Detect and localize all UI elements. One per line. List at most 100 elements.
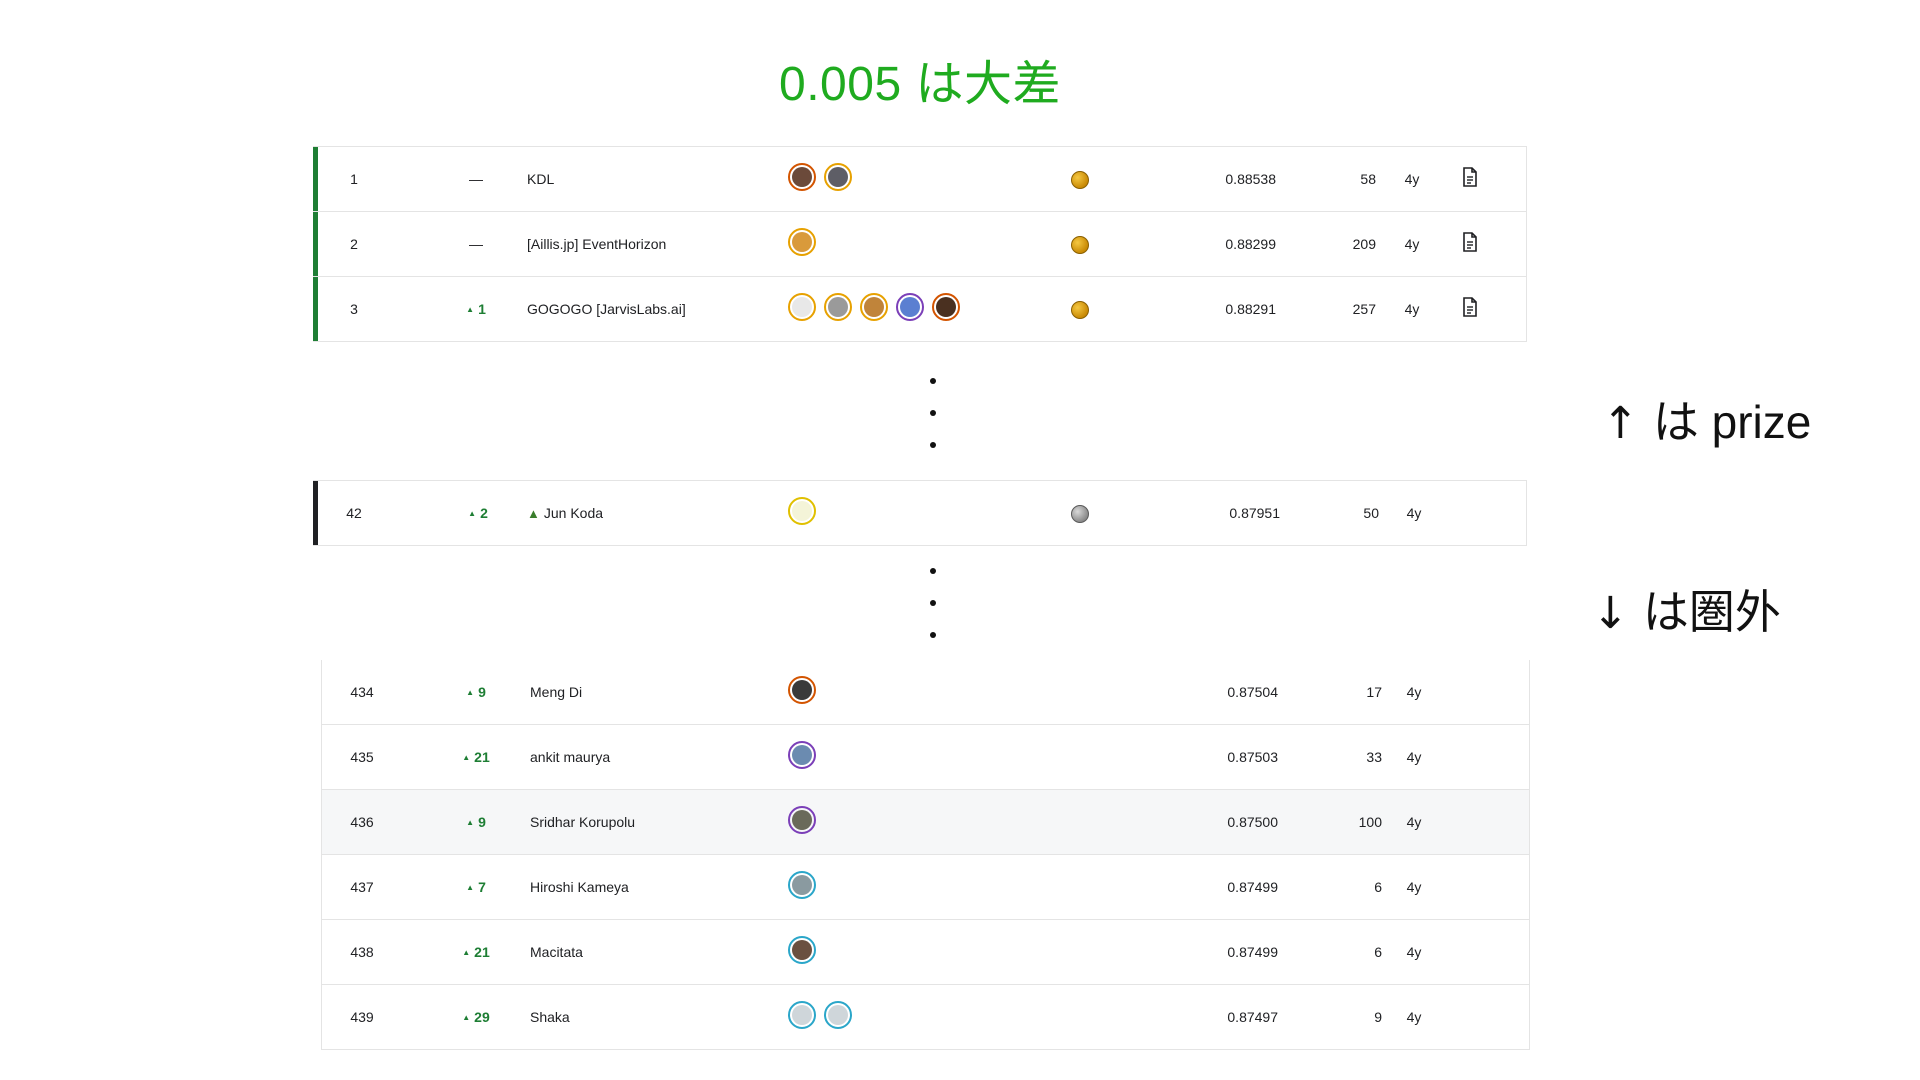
member-avatar[interactable] <box>788 228 816 256</box>
last-submission: 4y <box>1406 749 1422 765</box>
team-members <box>788 228 816 260</box>
out-of-range-note-text: は圏外 <box>1642 586 1781 638</box>
gold-medal-icon <box>1071 236 1089 254</box>
team-members <box>788 1001 852 1033</box>
entries-count: 209 <box>1352 236 1376 252</box>
team-name[interactable]: Macitata <box>530 920 583 984</box>
team-name[interactable]: [Aillis.jp] EventHorizon <box>527 212 666 276</box>
team-members <box>788 676 816 708</box>
member-avatar[interactable] <box>788 676 816 704</box>
ellipsis <box>930 378 936 474</box>
entries-count: 6 <box>1374 944 1382 960</box>
team-name[interactable]: Meng Di <box>530 660 582 724</box>
score: 0.88299 <box>1225 236 1276 252</box>
last-submission: 4y <box>1404 301 1420 317</box>
rank-delta: ▲ 9 <box>466 684 486 700</box>
member-avatar[interactable] <box>824 1001 852 1029</box>
arrow-down-icon: ↓ <box>1592 588 1629 639</box>
score: 0.87951 <box>1229 505 1280 521</box>
slide-title: 0.005 は大差 <box>779 58 1061 111</box>
team-name[interactable]: GOGOGO [JarvisLabs.ai] <box>527 277 686 341</box>
member-avatar[interactable] <box>788 871 816 899</box>
leaderboard-row[interactable]: 434 ▲ 9 Meng Di 0.87504 17 4y <box>322 660 1529 725</box>
score: 0.87504 <box>1227 684 1278 700</box>
out-of-range-note: ↓ は圏外 <box>1592 576 1781 642</box>
writeup-document-icon[interactable] <box>1462 232 1478 252</box>
entries-count: 100 <box>1358 814 1382 830</box>
rank: 439 <box>350 1009 374 1025</box>
rank-up-icon: ▲ <box>466 305 475 314</box>
leaderboard-row[interactable]: 42 ▲ 2 ▲ Jun Koda 0.87951 50 4y <box>313 481 1526 546</box>
member-avatar[interactable] <box>788 163 816 191</box>
team-members <box>788 806 816 838</box>
member-avatar[interactable] <box>932 293 960 321</box>
leaderboard-row[interactable]: 3 ▲ 1 GOGOGO [JarvisLabs.ai] 0.88291 257 … <box>313 277 1526 342</box>
team-members <box>788 871 816 903</box>
team-name[interactable]: Shaka <box>530 985 570 1049</box>
last-submission: 4y <box>1406 684 1422 700</box>
rank-up-icon: ▲ <box>462 753 471 762</box>
leaderboard-row[interactable]: 436 ▲ 9 Sridhar Korupolu 0.87500 100 4y <box>322 790 1529 855</box>
leaderboard-row[interactable]: 437 ▲ 7 Hiroshi Kameya 0.87499 6 4y <box>322 855 1529 920</box>
rank-delta: ▲ 9 <box>466 814 486 830</box>
arrow-up-icon: ↑ <box>1602 398 1639 449</box>
leaderboard-row[interactable]: 439 ▲ 29 Shaka 0.87497 9 4y <box>322 985 1529 1050</box>
score: 0.87500 <box>1227 814 1278 830</box>
rank-up-icon: ▲ <box>468 509 477 518</box>
entries-count: 9 <box>1374 1009 1382 1025</box>
rank: 437 <box>350 879 374 895</box>
turtle-icon: ▲ <box>527 506 540 521</box>
leaderboard-row[interactable]: 2 — [Aillis.jp] EventHorizon 0.88299 209… <box>313 212 1526 277</box>
entries-count: 257 <box>1352 301 1376 317</box>
leaderboard-top-panel: 1 — KDL 0.88538 58 4y 2 — [Aillis.jp] Ev… <box>313 146 1527 342</box>
score: 0.87503 <box>1227 749 1278 765</box>
member-avatar[interactable] <box>824 163 852 191</box>
entries-count: 58 <box>1360 171 1376 187</box>
team-name[interactable]: Sridhar Korupolu <box>530 790 635 854</box>
member-avatar[interactable] <box>788 936 816 964</box>
silver-medal-icon <box>1071 505 1089 523</box>
member-avatar[interactable] <box>788 497 816 525</box>
rank-up-icon: ▲ <box>462 1013 471 1022</box>
rank-up-icon: ▲ <box>462 948 471 957</box>
entries-count: 6 <box>1374 879 1382 895</box>
team-members <box>788 293 960 325</box>
writeup-document-icon[interactable] <box>1462 297 1478 317</box>
writeup-document-icon[interactable] <box>1462 167 1478 187</box>
entries-count: 17 <box>1366 684 1382 700</box>
rank-delta: ▲ 2 <box>468 505 488 521</box>
team-name[interactable]: Hiroshi Kameya <box>530 855 629 919</box>
slide: 0.005 は大差 1 — KDL 0.88538 58 4y 2 — [Ail… <box>0 0 1920 1080</box>
leaderboard-row[interactable]: 438 ▲ 21 Macitata 0.87499 6 4y <box>322 920 1529 985</box>
team-name[interactable]: ▲ Jun Koda <box>527 481 603 545</box>
member-avatar[interactable] <box>896 293 924 321</box>
member-avatar[interactable] <box>824 293 852 321</box>
member-avatar[interactable] <box>788 1001 816 1029</box>
last-submission: 4y <box>1406 944 1422 960</box>
member-avatar[interactable] <box>860 293 888 321</box>
team-name[interactable]: KDL <box>527 147 554 211</box>
member-avatar[interactable] <box>788 741 816 769</box>
rank: 1 <box>350 171 358 187</box>
rank: 2 <box>350 236 358 252</box>
last-submission: 4y <box>1406 505 1422 521</box>
rank: 434 <box>350 684 374 700</box>
team-members <box>788 741 816 773</box>
leaderboard-bottom-panel: 434 ▲ 9 Meng Di 0.87504 17 4y 435 ▲ 21 ank… <box>321 660 1530 1050</box>
score: 0.87497 <box>1227 1009 1278 1025</box>
entries-count: 50 <box>1363 505 1379 521</box>
prize-note-text: は prize <box>1652 396 1812 448</box>
score: 0.87499 <box>1227 879 1278 895</box>
prize-note: ↑ は prize <box>1602 386 1811 452</box>
score: 0.88538 <box>1225 171 1276 187</box>
rank-delta: ▲ 7 <box>466 879 486 895</box>
leaderboard-row[interactable]: 435 ▲ 21 ankit maurya 0.87503 33 4y <box>322 725 1529 790</box>
leaderboard-row[interactable]: 1 — KDL 0.88538 58 4y <box>313 147 1526 212</box>
last-submission: 4y <box>1406 814 1422 830</box>
member-avatar[interactable] <box>788 806 816 834</box>
team-name[interactable]: ankit maurya <box>530 725 610 789</box>
last-submission: 4y <box>1406 1009 1422 1025</box>
rank-delta: ▲ 1 <box>466 301 486 317</box>
rank-delta: ▲ 29 <box>462 1009 490 1025</box>
member-avatar[interactable] <box>788 293 816 321</box>
